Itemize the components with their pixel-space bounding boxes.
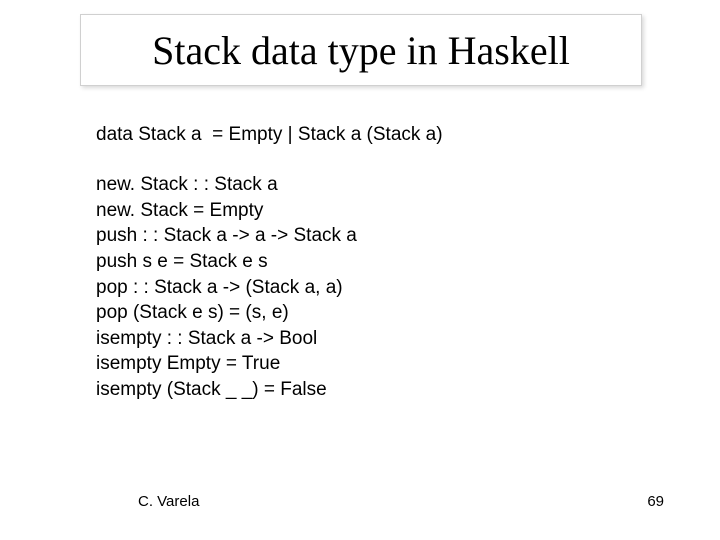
code-line: new. Stack = Empty [96, 198, 357, 224]
footer-author: C. Varela [138, 493, 199, 510]
code-line: isempty : : Stack a -> Bool [96, 326, 357, 352]
code-line: isempty Empty = True [96, 351, 357, 377]
footer-page-number: 69 [647, 493, 664, 510]
slide-title: Stack data type in Haskell [152, 27, 570, 74]
data-declaration: data Stack a = Empty | Stack a (Stack a) [96, 122, 443, 148]
code-line: push : : Stack a -> a -> Stack a [96, 223, 357, 249]
code-line: push s e = Stack e s [96, 249, 357, 275]
code-line: pop (Stack e s) = (s, e) [96, 300, 357, 326]
code-line: isempty (Stack _ _) = False [96, 377, 357, 403]
slide: Stack data type in Haskell data Stack a … [0, 0, 720, 540]
code-block: new. Stack : : Stack a new. Stack = Empt… [96, 172, 357, 403]
code-line: data Stack a = Empty | Stack a (Stack a) [96, 124, 443, 145]
code-line: new. Stack : : Stack a [96, 172, 357, 198]
title-container: Stack data type in Haskell [80, 14, 642, 86]
code-line: pop : : Stack a -> (Stack a, a) [96, 275, 357, 301]
